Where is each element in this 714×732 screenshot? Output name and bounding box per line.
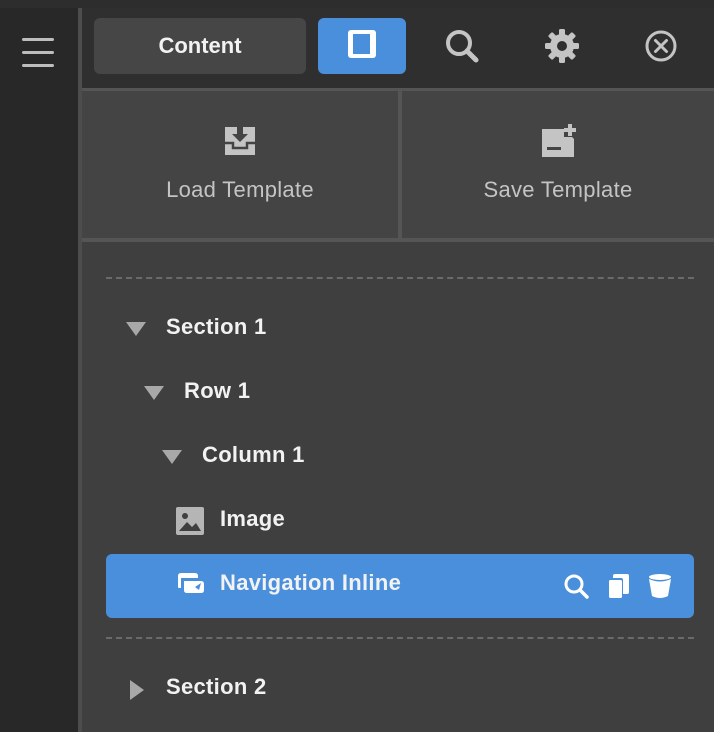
dropzone-divider xyxy=(106,637,694,639)
editor-panel: Content Load Template Save Template Sect… xyxy=(82,8,714,732)
duplicate-icon[interactable] xyxy=(604,572,632,600)
note-add-icon xyxy=(540,123,576,164)
layout-panel-icon xyxy=(346,28,378,65)
load-template-label: Load Template xyxy=(166,177,314,202)
tree-item-label: Column 1 xyxy=(202,442,305,467)
layout-tab[interactable] xyxy=(318,18,406,74)
dropzone-divider xyxy=(106,277,694,279)
top-strip xyxy=(0,0,714,8)
caret-down-icon[interactable] xyxy=(162,450,182,469)
navigation-icon xyxy=(176,572,206,603)
hamburger-icon[interactable] xyxy=(22,38,56,68)
app-window: Content Load Template Save Template Sect… xyxy=(0,0,714,732)
search-icon[interactable] xyxy=(562,572,590,600)
left-sidebar xyxy=(0,8,78,732)
template-divider xyxy=(398,91,402,241)
close-circle-icon[interactable] xyxy=(641,26,681,66)
tree-item-navigation-inline[interactable]: Navigation Inline xyxy=(106,554,694,618)
tree-item-label: Section 2 xyxy=(166,674,267,699)
load-template-button[interactable]: Load Template xyxy=(82,91,398,241)
tree-item-row-1[interactable]: Row 1 xyxy=(106,362,694,424)
search-icon[interactable] xyxy=(442,26,482,66)
save-template-button[interactable]: Save Template xyxy=(402,91,714,241)
tree-item-section-1[interactable]: Section 1 xyxy=(106,298,694,360)
template-bottom-divider xyxy=(82,238,714,242)
tree-item-image[interactable]: Image xyxy=(106,490,694,552)
row-actions xyxy=(562,572,674,600)
caret-down-icon[interactable] xyxy=(144,386,164,405)
tree-item-label: Section 1 xyxy=(166,314,267,339)
tree-item-column-1[interactable]: Column 1 xyxy=(106,426,694,488)
tree-item-label: Image xyxy=(220,506,286,531)
tree-item-label: Navigation Inline xyxy=(220,570,402,595)
content-tab[interactable]: Content xyxy=(94,18,306,74)
tree-item-label: Row 1 xyxy=(184,378,251,403)
trash-icon[interactable] xyxy=(646,572,674,600)
tree-item-section-2[interactable]: Section 2 xyxy=(106,658,694,720)
gear-icon[interactable] xyxy=(542,26,582,66)
caret-right-icon[interactable] xyxy=(130,680,144,705)
caret-down-icon[interactable] xyxy=(126,322,146,341)
download-box-icon xyxy=(222,123,258,164)
image-icon xyxy=(176,507,204,540)
save-template-label: Save Template xyxy=(483,177,633,202)
panel-toolbar: Content xyxy=(82,8,714,88)
